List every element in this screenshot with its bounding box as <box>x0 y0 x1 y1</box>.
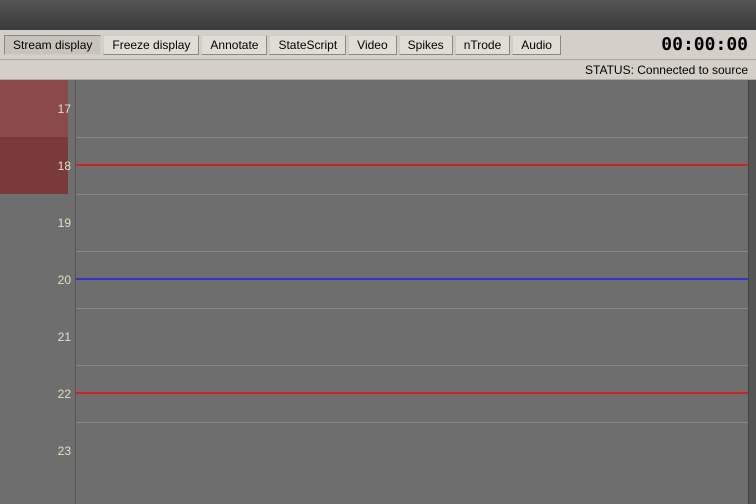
freeze-display-button[interactable]: Freeze display <box>103 35 199 55</box>
row-label-19: 19 <box>58 216 71 230</box>
grid-line-4 <box>76 308 748 309</box>
main-content: 17 18 19 20 21 22 23 <box>0 80 756 504</box>
grid-line-3 <box>76 251 748 252</box>
signal-line-blue-20 <box>76 278 748 280</box>
row-label-20: 20 <box>58 273 71 287</box>
signal-line-red-22 <box>76 392 748 394</box>
vertical-scrollbar[interactable] <box>748 80 756 504</box>
signal-line-red-18 <box>76 164 748 166</box>
status-bar: STATUS: Connected to source <box>0 60 756 80</box>
video-button[interactable]: Video <box>348 35 396 55</box>
status-text: STATUS: Connected to source <box>585 63 748 77</box>
row-label-18: 18 <box>58 159 71 173</box>
toolbar: Stream display Freeze display Annotate S… <box>0 30 756 60</box>
grid-line-5 <box>76 365 748 366</box>
chart-area[interactable] <box>76 80 748 504</box>
row-label-17: 17 <box>58 102 71 116</box>
row-label-21: 21 <box>58 330 71 344</box>
grid-line-1 <box>76 137 748 138</box>
row-label-22: 22 <box>58 387 71 401</box>
annotate-button[interactable]: Annotate <box>201 35 267 55</box>
audio-button[interactable]: Audio <box>512 35 561 55</box>
statescript-button[interactable]: StateScript <box>269 35 346 55</box>
titlebar <box>0 0 756 30</box>
channel-sidebar: 17 18 19 20 21 22 23 <box>0 80 75 504</box>
ntrode-button[interactable]: nTrode <box>455 35 511 55</box>
grid-line-2 <box>76 194 748 195</box>
grid-line-6 <box>76 422 748 423</box>
stream-display-button[interactable]: Stream display <box>4 35 101 55</box>
row-label-23: 23 <box>58 444 71 458</box>
timer-display: 00:00:00 <box>661 34 752 55</box>
spikes-button[interactable]: Spikes <box>399 35 453 55</box>
